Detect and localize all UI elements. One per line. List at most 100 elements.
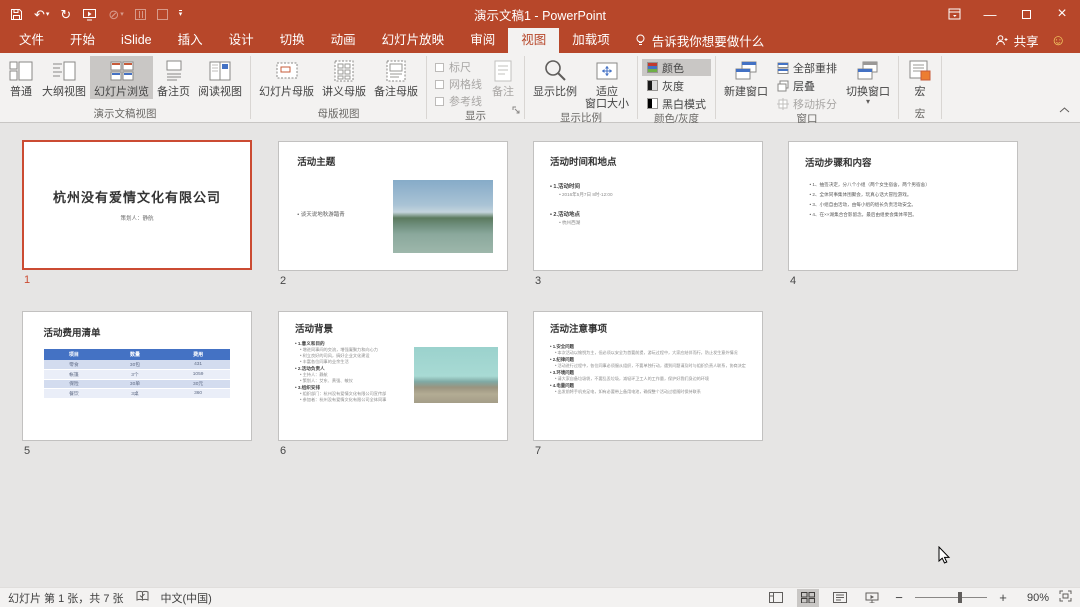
collapse-ribbon-icon[interactable] <box>1059 100 1070 118</box>
disabled-qat-icon-2 <box>135 9 146 20</box>
ribbon-display-options-icon[interactable] <box>936 0 972 28</box>
outline-view-icon <box>51 58 77 84</box>
slide-bullet: • 4、在××湖集合合影留念，最后由组委会集体带回。 <box>810 212 917 218</box>
close-button[interactable]: × <box>1044 0 1080 28</box>
tab-addins[interactable]: 加载项 <box>559 28 623 53</box>
tab-insert[interactable]: 插入 <box>165 28 216 53</box>
feedback-smiley-icon[interactable]: ☺ <box>1051 28 1080 53</box>
group-label: 演示文稿视图 <box>4 107 246 122</box>
group-presentation-views: 普通 大纲视图 幻灯片浏览 备注页 阅读视图 <box>0 53 250 122</box>
zoom-button[interactable]: 显示比例 <box>529 56 581 99</box>
zoom-slider[interactable] <box>915 597 987 598</box>
slide-sorter-canvas[interactable]: 杭州没有爱情文化有限公司 策划人：静航 1 活动主题 • 谈天说地秋游踏青 2 … <box>0 123 1080 587</box>
slide-title: 杭州没有爱情文化有限公司 <box>24 187 250 206</box>
group-label: 宏 <box>903 107 937 122</box>
tab-slideshow[interactable]: 幻灯片放映 <box>369 28 458 53</box>
tab-review[interactable]: 审阅 <box>457 28 508 53</box>
undo-icon[interactable]: ↶▾ <box>34 8 49 21</box>
fit-slide-to-window-icon[interactable] <box>1059 590 1072 605</box>
slide-bullet: • 3、小组自由活动，由每小组的组长负责活动安全。 <box>810 202 917 208</box>
spell-check-icon[interactable] <box>136 590 149 605</box>
ribbon-view-tab: 普通 大纲视图 幻灯片浏览 备注页 阅读视图 <box>0 53 1080 123</box>
fit-to-window-button[interactable]: 适应窗口大小 <box>581 56 633 111</box>
grayscale-swatch-icon <box>647 80 658 91</box>
slide-subtext: • 策划人：艾东、黄强、敏仪 <box>300 378 423 384</box>
slide-thumbnail-4[interactable]: 活动步骤和内容 • 1、抽签决定，分八个小组（两个女生宿舍，两个男宿舍） • 2… <box>788 141 1018 271</box>
normal-view-icon <box>8 58 34 84</box>
tab-home[interactable]: 开始 <box>57 28 108 53</box>
zoom-level[interactable]: 90% <box>1019 592 1049 604</box>
normal-view-status-button[interactable] <box>765 589 787 607</box>
redo-icon[interactable]: ↻ <box>60 8 71 21</box>
group-label: 母版视图 <box>255 107 422 122</box>
slide-heading: • 2.活动地点 <box>550 210 580 218</box>
grayscale-button[interactable]: 灰度 <box>642 77 711 94</box>
tell-me-box[interactable]: 告诉我你想要做什么 <box>623 28 777 53</box>
slide-number: 3 <box>535 275 541 287</box>
slide-master-button[interactable]: 幻灯片母版 <box>255 56 318 99</box>
slide-subtitle: 策划人：静航 <box>24 214 250 222</box>
slide-thumbnail-5[interactable]: 活动费用清单 项目 数量 费用 零食30包431 帐篷3个1059 保险30单3… <box>22 311 252 441</box>
notes-button: 备注 <box>486 56 520 99</box>
tab-view[interactable]: 视图 <box>508 28 559 53</box>
tab-islide[interactable]: iSlide <box>108 28 165 53</box>
arrange-all-button[interactable]: 全部重排 <box>772 59 842 76</box>
reading-view-status-button[interactable] <box>829 589 851 607</box>
reading-view-button[interactable]: 阅读视图 <box>194 56 246 99</box>
magnifier-icon <box>542 58 568 84</box>
disabled-qat-icon-3 <box>157 9 168 20</box>
new-window-icon <box>733 58 759 84</box>
tab-animations[interactable]: 动画 <box>318 28 369 53</box>
handout-master-button[interactable]: 讲义母版 <box>318 56 370 99</box>
group-window: 新建窗口 全部重排 层叠 移动拆分 切换窗口 <box>716 53 898 122</box>
slide-thumbnail-3[interactable]: 活动时间和地点 • 1.活动时间 • 2016年5月7日 8时-12:00 • … <box>533 141 763 271</box>
tab-design[interactable]: 设计 <box>216 28 267 53</box>
zoom-out-button[interactable]: − <box>893 590 905 605</box>
notes-master-button[interactable]: 备注母版 <box>370 56 422 99</box>
gridlines-checkbox[interactable]: 网格线 <box>431 76 486 92</box>
bw-swatch-icon <box>647 98 658 109</box>
slide-thumbnail-1[interactable]: 杭州没有爱情文化有限公司 策划人：静航 <box>22 140 252 270</box>
slide-thumbnail-7[interactable]: 活动注意事项 • 1.安全问题 • 本次活动以愉悦为主，但必须以安全为首要前提，… <box>533 311 763 441</box>
slide-sorter-status-button[interactable] <box>797 589 819 607</box>
save-icon[interactable] <box>10 8 23 21</box>
notes-page-button[interactable]: 备注页 <box>153 56 194 99</box>
slide-sorter-button[interactable]: 幻灯片浏览 <box>90 56 153 99</box>
language-indicator[interactable]: 中文(中国) <box>161 590 212 606</box>
minimize-button[interactable]: — <box>972 0 1008 28</box>
quick-access-toolbar: ↶▾ ↻ ⊘▾ ▾ <box>0 0 182 28</box>
slide-thumbnail-6[interactable]: 活动背景 • 1.意义和目的 • 增进同事间的交流，增强凝聚力和向心力 • 树立… <box>278 311 508 441</box>
new-window-button[interactable]: 新建窗口 <box>720 56 772 99</box>
title-bar: ↶▾ ↻ ⊘▾ ▾ 演示文稿1 - PowerPoint — × <box>0 0 1080 28</box>
zoom-slider-handle[interactable] <box>958 592 962 603</box>
share-button[interactable]: 共享 <box>995 28 1051 53</box>
tab-file[interactable]: 文件 <box>6 28 57 53</box>
color-mode-button[interactable]: 颜色 <box>642 59 711 76</box>
ribbon-tabs: 文件 开始 iSlide 插入 设计 切换 动画 幻灯片放映 审阅 视图 加载项… <box>0 28 1080 53</box>
tab-transitions[interactable]: 切换 <box>267 28 318 53</box>
cost-table: 项目 数量 费用 零食30包431 帐篷3个1059 保险30单30元 餐饮3桌… <box>44 349 231 399</box>
slideshow-status-button[interactable] <box>861 589 883 607</box>
slide-number: 6 <box>280 445 286 457</box>
ruler-checkbox[interactable]: 标尺 <box>431 59 486 75</box>
slide-number: 5 <box>24 445 30 457</box>
outline-view-button[interactable]: 大纲视图 <box>38 56 90 99</box>
slide-title: 活动步骤和内容 <box>805 155 872 169</box>
normal-view-button[interactable]: 普通 <box>4 56 38 99</box>
start-slideshow-icon[interactable] <box>82 8 97 21</box>
group-macros: 宏 宏 <box>899 53 941 122</box>
dialog-launcher-icon[interactable] <box>512 102 521 120</box>
macros-icon <box>907 58 933 84</box>
restore-button[interactable] <box>1008 0 1044 28</box>
guides-checkbox[interactable]: 参考线 <box>431 93 486 109</box>
slide-subtext: • 出发前将手机充足电，如有必要带上备用电池，确保整个活动过程随时保持联系 <box>555 389 751 395</box>
cascade-button[interactable]: 层叠 <box>772 77 842 94</box>
slide-thumbnail-2[interactable]: 活动主题 • 谈天说地秋游踏青 <box>278 141 508 271</box>
black-white-button[interactable]: 黑白模式 <box>642 95 711 112</box>
zoom-in-button[interactable]: + <box>997 590 1009 605</box>
switch-windows-button[interactable]: 切换窗口 ▾ <box>842 56 894 106</box>
customize-qat-icon[interactable]: ▾ <box>179 10 183 19</box>
color-swatch-icon <box>647 62 658 73</box>
macros-button[interactable]: 宏 <box>903 56 937 99</box>
group-label: 显示 <box>431 109 520 123</box>
